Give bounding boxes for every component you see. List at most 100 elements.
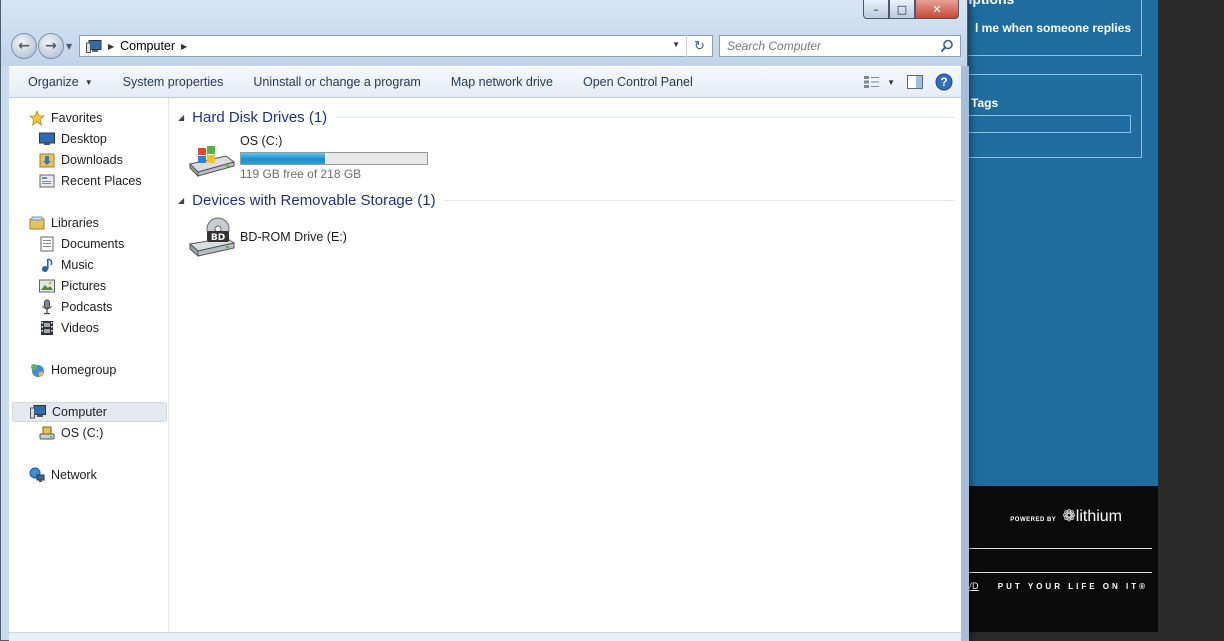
lithium-logo-icon: ❁ [1062,508,1076,525]
map-network-drive-button[interactable]: Map network drive [436,67,568,97]
view-options-icon [864,76,880,88]
nav-libraries-label: Libraries [51,216,99,230]
nav-music[interactable]: Music [39,255,94,275]
drive-os-c-info: OS (C:) 119 GB free of 218 GB [240,134,428,181]
computer-icon [86,39,102,53]
nav-os-c[interactable]: OS (C:) [39,423,103,443]
drive-free-space: 119 GB free of 218 GB [240,167,362,181]
nav-recent-places[interactable]: Recent Places [39,171,142,191]
libraries-icon [29,215,45,231]
breadcrumb-computer[interactable]: Computer [120,39,175,53]
removable-storage-group[interactable]: ◢ Devices with Removable Storage (1) [178,190,955,210]
breadcrumb-separator-icon[interactable]: ▶ [181,42,187,51]
nav-downloads[interactable]: Downloads [39,150,123,170]
details-pane [9,632,961,641]
nav-documents-label: Documents [61,237,125,251]
collapse-triangle-icon[interactable]: ◢ [178,196,184,205]
drive-bd-rom-e-info: BD-ROM Drive (E:) [240,230,347,262]
nav-documents[interactable]: Documents [39,234,124,254]
hard-disk-drives-title: Hard Disk Drives (1) [192,108,328,126]
main-pane: ◢ Hard Disk Drives (1) OS (C:) 119 GB fr… [170,98,961,632]
hard-drive-icon [39,425,55,441]
back-arrow-icon: ← [18,38,30,54]
view-controls: ▼ ? [851,67,953,97]
nav-videos-label: Videos [61,321,99,335]
nav-music-label: Music [61,258,94,272]
forward-button[interactable]: → [38,33,64,59]
nav-computer-label: Computer [52,405,107,419]
nav-os-c-label: OS (C:) [61,426,104,440]
drive-usage-fill [241,153,326,164]
windows-drive-icon [189,146,236,178]
nav-pictures[interactable]: Pictures [39,276,106,296]
nav-favorites[interactable]: Favorites [29,108,102,128]
network-icon [29,467,45,483]
preview-pane-icon [907,75,923,89]
nav-podcasts-label: Podcasts [61,300,113,314]
nav-recent-places-label: Recent Places [61,174,142,188]
nav-libraries[interactable]: Libraries [29,213,99,233]
system-properties-button[interactable]: System properties [108,67,239,97]
explorer-content: Favorites Desktop Downloads Recent Place… [9,98,961,632]
maximize-button[interactable]: □ [889,0,915,19]
address-dropdown-icon[interactable]: ▼ [672,40,680,49]
powered-by-label: POWERED BY [1010,517,1057,523]
breadcrumb-separator-icon[interactable]: ▶ [108,42,114,51]
removable-storage-title: Devices with Removable Storage (1) [192,191,436,209]
open-control-panel-button[interactable]: Open Control Panel [568,67,708,97]
minimize-button[interactable]: – [863,0,889,19]
nav-favorites-label: Favorites [51,111,103,125]
nav-network[interactable]: Network [29,465,97,485]
hard-disk-drives-group[interactable]: ◢ Hard Disk Drives (1) [178,107,955,127]
nav-desktop[interactable]: Desktop [39,129,107,149]
homegroup-icon [29,362,45,378]
address-bar[interactable]: ▶ Computer ▶ ▼ ↻ [79,35,713,57]
tags-input[interactable] [961,115,1131,133]
svg-text:?: ? [940,75,947,89]
drive-usage-bar [240,152,428,165]
bd-rom-drive-icon: BD [188,217,236,258]
back-button[interactable]: ← [11,33,37,59]
nav-videos[interactable]: Videos [39,318,99,338]
computer-icon [30,404,46,420]
organize-menu[interactable]: Organize ▼ [9,67,108,97]
documents-icon [39,236,55,252]
nav-podcasts[interactable]: Podcasts [39,297,112,317]
nav-homegroup-label: Homegroup [51,363,117,377]
search-input[interactable] [727,39,927,53]
email-replies-option[interactable]: l me when someone replies [975,21,1131,35]
help-icon: ? [935,73,953,91]
close-button[interactable]: ✕ [915,0,959,19]
drive-bd-rom-e[interactable]: BD BD-ROM Drive (E:) [186,216,347,262]
recent-places-icon [39,173,55,189]
nav-desktop-label: Desktop [61,132,107,146]
group-divider [443,199,955,201]
nav-computer[interactable]: Computer [12,402,167,422]
nav-pictures-label: Pictures [61,279,107,293]
forward-arrow-icon: → [45,38,57,54]
change-view-button[interactable]: ▼ [863,75,895,89]
navigation-buttons: ← → ▼ [11,33,72,59]
footer-tagline: PUT YOUR LIFE ON IT® [997,582,1148,591]
bd-badge: BD [211,233,225,243]
group-divider [335,116,955,118]
videos-icon [39,320,55,336]
recent-pages-dropdown-icon[interactable]: ▼ [66,42,72,51]
collapse-triangle-icon[interactable]: ◢ [178,113,184,122]
refresh-button[interactable]: ↻ [686,35,712,57]
subscriptions-title: riptions [961,0,1017,7]
caption-buttons: – □ ✕ [863,0,959,19]
help-button[interactable]: ? [935,73,953,91]
refresh-icon: ↻ [694,38,705,53]
explorer-window: – □ ✕ ← → ▼ ▶ Computer ▶ ▼ ↻ Organize ▼ … [0,0,969,641]
chevron-down-icon: ▼ [84,77,93,87]
drive-os-c[interactable]: OS (C:) 119 GB free of 218 GB [186,134,428,181]
powered-by-lithium[interactable]: POWERED BY ❁lithium [1010,506,1122,526]
lithium-brand: lithium [1075,508,1122,525]
drive-os-c-name: OS (C:) [240,134,283,148]
nav-homegroup[interactable]: Homegroup [29,360,116,380]
navigation-pane: Favorites Desktop Downloads Recent Place… [9,98,169,632]
uninstall-program-button[interactable]: Uninstall or change a program [238,67,435,97]
preview-pane-button[interactable] [907,75,923,89]
search-icon[interactable] [940,39,954,53]
